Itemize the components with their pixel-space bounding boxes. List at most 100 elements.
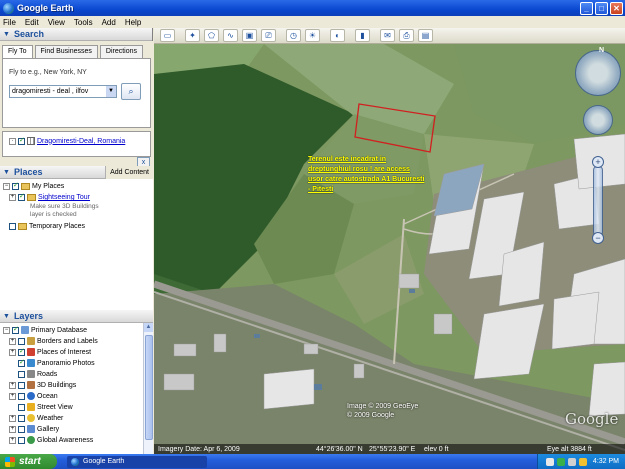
- search-tabs: Fly To Find Businesses Directions: [0, 41, 153, 58]
- layer-checkbox[interactable]: [18, 337, 25, 345]
- search-panel: Fly To Find Businesses Directions Fly to…: [0, 41, 153, 173]
- layer-label: Panoramio Photos: [37, 359, 95, 367]
- email-button[interactable]: ✉: [380, 29, 395, 42]
- layer-row[interactable]: + Weather: [9, 414, 63, 422]
- map-view[interactable]: Terenul este incadrat in dreptunghiul ro…: [154, 44, 625, 454]
- print-button[interactable]: ⎙: [399, 29, 414, 42]
- layer-checkbox[interactable]: [18, 347, 25, 356]
- list-item[interactable]: · Dragomiresti-Deal, Romania: [9, 136, 125, 145]
- menu-file[interactable]: File: [3, 18, 16, 27]
- dropdown-arrow-icon[interactable]: ▼: [106, 86, 116, 97]
- layer-row[interactable]: Street View: [18, 403, 73, 411]
- layer-checkbox[interactable]: [18, 414, 25, 422]
- layer-row[interactable]: + Gallery: [9, 425, 59, 433]
- collapse-icon[interactable]: −: [3, 183, 10, 190]
- start-button[interactable]: start: [0, 454, 57, 469]
- ruler-button[interactable]: ▮: [355, 29, 370, 42]
- collapse-icon[interactable]: −: [3, 326, 10, 334]
- tray-icon[interactable]: [567, 457, 576, 466]
- view-in-maps-button[interactable]: ▤: [418, 29, 433, 42]
- layer-checkbox[interactable]: [18, 381, 25, 389]
- scroll-up-icon[interactable]: ▲: [144, 323, 153, 332]
- menu-view[interactable]: View: [48, 18, 65, 27]
- add-content-button[interactable]: Add Content: [105, 165, 153, 179]
- taskbar-item-google-earth[interactable]: Google Earth: [67, 455, 207, 468]
- expand-icon[interactable]: +: [9, 425, 16, 433]
- expand-icon[interactable]: ·: [9, 137, 16, 145]
- tree-row-my-places[interactable]: − My Places: [3, 181, 64, 190]
- look-joystick[interactable]: [575, 50, 621, 96]
- map-status-bar: Imagery Date: Apr 6, 2009 44°26'36.00" N…: [154, 444, 625, 454]
- tab-find-businesses[interactable]: Find Businesses: [34, 45, 98, 58]
- layer-row[interactable]: − Primary Database: [3, 325, 87, 334]
- tray-icon[interactable]: [545, 457, 554, 466]
- places-panel-header[interactable]: ▼ Places Add Content: [0, 165, 153, 179]
- sightseeing-checkbox[interactable]: [18, 192, 25, 201]
- expand-icon[interactable]: +: [9, 348, 16, 356]
- start-label: start: [19, 456, 41, 467]
- record-tour-button[interactable]: ⎚: [261, 29, 276, 42]
- menu-edit[interactable]: Edit: [25, 18, 39, 27]
- search-button[interactable]: ⌕: [121, 83, 141, 100]
- expand-icon[interactable]: +: [9, 337, 16, 345]
- layer-checkbox[interactable]: [18, 436, 25, 444]
- tray-icon[interactable]: [556, 457, 565, 466]
- zoom-out-button[interactable]: −: [592, 232, 604, 244]
- layer-checkbox[interactable]: [18, 425, 25, 433]
- add-placemark-button[interactable]: ✦: [185, 29, 200, 42]
- menu-add[interactable]: Add: [102, 18, 116, 27]
- maximize-button[interactable]: □: [595, 1, 608, 15]
- layers-scrollbar[interactable]: ▲ ▼: [143, 323, 153, 469]
- expand-icon[interactable]: +: [9, 381, 16, 389]
- copyright-line-2: © 2009 Google: [347, 412, 395, 419]
- fly-to-input[interactable]: dragomiresti - deal , ilfov ▼: [9, 85, 117, 98]
- zoom-slider[interactable]: [593, 166, 603, 236]
- scroll-thumb[interactable]: [145, 335, 153, 440]
- sidebar-toggle-button[interactable]: ▭: [160, 29, 175, 42]
- layer-checkbox[interactable]: [18, 392, 25, 400]
- zoom-in-button[interactable]: +: [592, 156, 604, 168]
- layer-row[interactable]: + 3D Buildings: [9, 381, 76, 389]
- windows-taskbar: start Google Earth 4:32 PM: [0, 454, 625, 469]
- menu-help[interactable]: Help: [125, 18, 141, 27]
- minimize-button[interactable]: _: [580, 1, 593, 15]
- tree-row-temporary-places[interactable]: Temporary Places: [9, 223, 85, 230]
- historical-imagery-button[interactable]: ◷: [286, 29, 301, 42]
- add-path-button[interactable]: ∿: [223, 29, 238, 42]
- layer-row[interactable]: + Borders and Labels: [9, 337, 98, 345]
- search-panel-header[interactable]: ▼ Search: [0, 28, 152, 41]
- layer-checkbox[interactable]: [18, 403, 25, 411]
- move-joystick[interactable]: [583, 105, 613, 135]
- layer-row[interactable]: Roads: [18, 370, 57, 378]
- expand-icon[interactable]: +: [9, 392, 16, 400]
- result-checkbox[interactable]: [18, 136, 25, 145]
- sunlight-button[interactable]: ☀: [305, 29, 320, 42]
- tab-fly-to[interactable]: Fly To: [2, 45, 33, 58]
- layer-row[interactable]: + Places of Interest: [9, 347, 91, 356]
- layers-panel-header[interactable]: ▼ Layers: [0, 310, 153, 323]
- expand-icon[interactable]: +: [9, 194, 16, 201]
- search-result-link[interactable]: Dragomiresti-Deal, Romania: [37, 138, 125, 145]
- expand-icon[interactable]: +: [9, 436, 16, 444]
- temporary-places-checkbox[interactable]: [9, 223, 16, 230]
- my-places-checkbox[interactable]: [12, 181, 19, 190]
- layer-checkbox[interactable]: [18, 358, 25, 367]
- tray-icon[interactable]: [578, 457, 587, 466]
- layer-label: Street View: [37, 403, 73, 411]
- add-overlay-button[interactable]: ▣: [242, 29, 257, 42]
- layer-row[interactable]: + Ocean: [9, 392, 58, 400]
- layer-checkbox[interactable]: [18, 370, 25, 378]
- sightseeing-tour-link[interactable]: Sightseeing Tour: [38, 194, 90, 201]
- close-window-button[interactable]: ✕: [610, 1, 623, 15]
- layer-row[interactable]: + Global Awareness: [9, 436, 93, 444]
- menu-tools[interactable]: Tools: [74, 18, 93, 27]
- tree-row-sightseeing[interactable]: + Sightseeing Tour: [9, 192, 90, 201]
- expand-icon[interactable]: +: [9, 414, 16, 422]
- tab-directions[interactable]: Directions: [99, 45, 144, 58]
- layer-checkbox[interactable]: [12, 325, 19, 334]
- layer-row[interactable]: Panoramio Photos: [18, 358, 95, 367]
- map-toolbar: ▭ ✦ ⬠ ∿ ▣ ⎚ ◷ ☀ ◐ ▮ ✉ ⎙ ▤: [154, 28, 625, 44]
- switch-planet-button[interactable]: ◐: [330, 29, 345, 42]
- add-polygon-button[interactable]: ⬠: [204, 29, 219, 42]
- fly-to-input-value: dragomiresti - deal , ilfov: [12, 88, 89, 95]
